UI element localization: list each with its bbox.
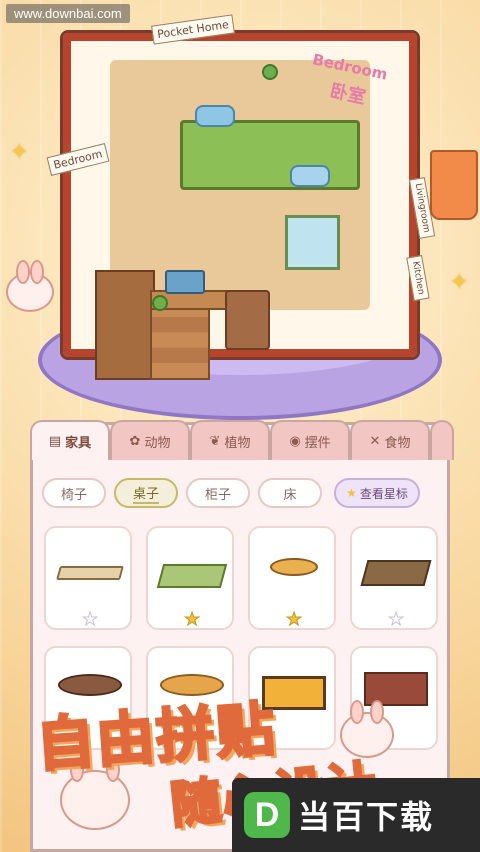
tab-furniture[interactable]: ▤ 家具 [30, 420, 110, 460]
star-icon[interactable]: ★ [387, 609, 404, 631]
subtab-cabinets[interactable]: 柜子 [186, 478, 250, 508]
cabinet-icon: ▤ [48, 433, 62, 449]
window [285, 215, 340, 270]
potted-plant [262, 64, 278, 80]
star-icon[interactable]: ★ [285, 609, 302, 631]
brand-logo-icon: D [244, 792, 290, 838]
brand-name: 当百下载 [298, 798, 435, 836]
brand-watermark: D 当百下载 [232, 778, 480, 852]
tab-animals[interactable]: ✿ 动物 [110, 420, 190, 460]
tab-more[interactable] [430, 420, 454, 460]
stairs [150, 300, 210, 380]
item-card-brown-coffee-table[interactable]: ★ [350, 526, 438, 631]
table-thumbnail [56, 566, 124, 580]
room-chair [225, 290, 270, 350]
item-card-green-desk[interactable]: ★ [146, 526, 234, 631]
sparkle-icon: ✦ [10, 140, 29, 165]
tab-food[interactable]: ✕ 食物 [350, 420, 430, 460]
star-icon[interactable]: ★ [81, 609, 98, 631]
tab-label: 植物 [224, 435, 251, 451]
bunny-icon: ✿ [129, 433, 141, 449]
subtab-tables[interactable]: 桌子 [114, 478, 178, 508]
subcategory-tabs: 椅子 桌子 柜子 床 ★ 查看星标 [42, 476, 442, 510]
bunny-mascot [6, 260, 54, 312]
room-scene: ✦ ✦ ✦ Pocket Home Bedroom 卧室 Bedroom Liv… [0, 0, 480, 430]
star-icon: ★ [346, 486, 357, 500]
site-watermark: www.downbai.com [6, 4, 130, 23]
table-thumbnail [156, 564, 228, 588]
tab-label: 家具 [65, 435, 92, 451]
table-thumbnail [270, 558, 318, 576]
loft-bed [180, 120, 360, 190]
tab-ornaments[interactable]: ◉ 摆件 [270, 420, 350, 460]
item-card-wood-bench-table[interactable]: ★ [44, 526, 132, 631]
pencil-cup [430, 150, 478, 220]
ornament-icon: ◉ [289, 433, 301, 449]
tab-label: 摆件 [304, 435, 331, 451]
bookshelf [95, 270, 155, 380]
category-tabs: ▤ 家具 ✿ 动物 ❦ 植物 ◉ 摆件 ✕ 食物 [30, 420, 454, 464]
tab-label: 食物 [384, 435, 411, 451]
sparkle-icon: ✦ [450, 270, 469, 295]
star-icon[interactable]: ★ [183, 609, 200, 631]
pillow [195, 105, 235, 127]
potted-plant [152, 295, 168, 311]
laptop [165, 270, 205, 294]
tab-label: 动物 [144, 435, 171, 451]
utensils-icon: ✕ [369, 433, 381, 449]
subtab-chairs[interactable]: 椅子 [42, 478, 106, 508]
view-favorites-button[interactable]: ★ 查看星标 [334, 478, 420, 508]
plant-icon: ❦ [209, 433, 221, 449]
tab-plants[interactable]: ❦ 植物 [190, 420, 270, 460]
table-thumbnail [360, 560, 432, 586]
pillow [290, 165, 330, 187]
item-card-round-side-table[interactable]: ★ [248, 526, 336, 631]
subtab-beds[interactable]: 床 [258, 478, 322, 508]
